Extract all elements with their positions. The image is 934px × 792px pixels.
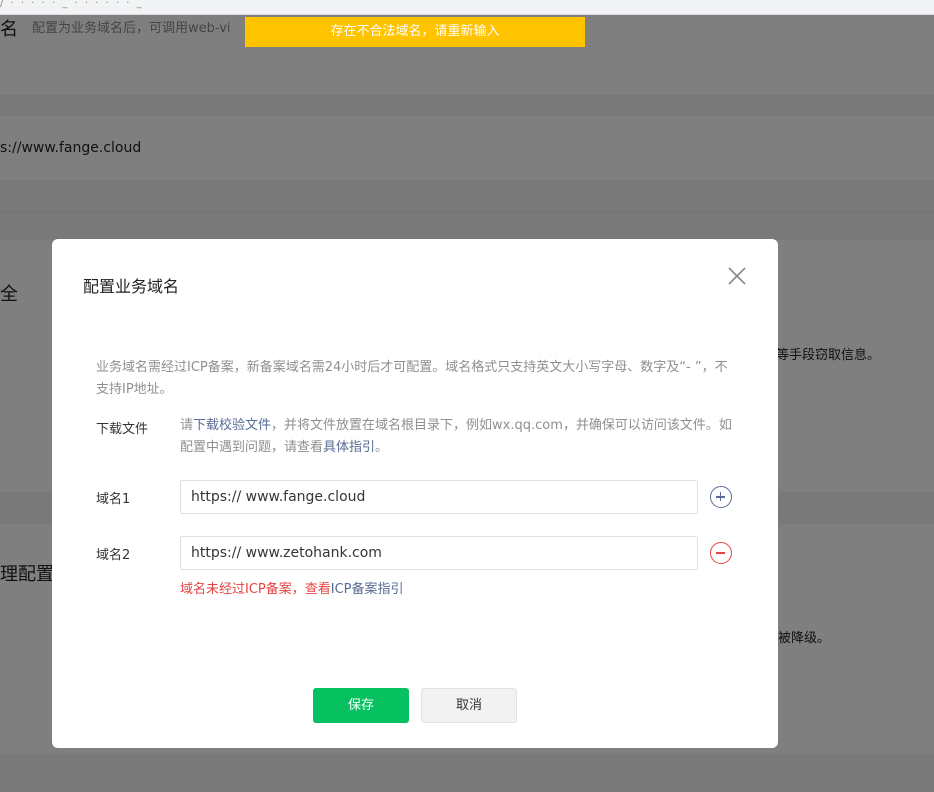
minus-circle-icon[interactable] xyxy=(710,542,732,564)
domain-2-error: 域名未经过ICP备案，查看ICP备案指引 xyxy=(180,578,404,597)
domain-1-input[interactable] xyxy=(180,480,698,514)
close-icon[interactable] xyxy=(724,263,750,289)
url-text: / · · · · · _ · · · · · · _ xyxy=(0,0,144,9)
icp-filing-guide-link[interactable]: ICP备案指引 xyxy=(331,582,404,597)
cancel-button[interactable]: 取消 xyxy=(421,688,517,723)
configure-domain-dialog: 配置业务域名 业务域名需经过ICP备案，新备案域名需24小时后才可配置。域名格式… xyxy=(52,239,778,748)
domain-1-label: 域名1 xyxy=(96,492,131,507)
domain-2-input[interactable] xyxy=(180,536,698,570)
browser-url-bar[interactable]: / · · · · · _ · · · · · · _ xyxy=(0,0,934,15)
dialog-description: 业务域名需经过ICP备案，新备案域名需24小时后才可配置。域名格式只支持英文大小… xyxy=(96,360,728,397)
download-file-label: 下载文件 xyxy=(96,422,149,437)
save-button[interactable]: 保存 xyxy=(313,688,409,723)
error-message: 域名未经过ICP备案，查看 xyxy=(180,582,331,597)
detailed-guide-link[interactable]: 具体指引 xyxy=(323,440,375,455)
plus-circle-icon[interactable] xyxy=(710,486,732,508)
tip-text: 请 xyxy=(180,418,194,433)
download-verification-file-link[interactable]: 下载校验文件 xyxy=(193,418,271,433)
domain-2-label: 域名2 xyxy=(96,548,131,563)
dialog-title: 配置业务域名 xyxy=(83,277,180,296)
tip-text: 。 xyxy=(375,440,389,455)
error-toast: 存在不合法域名，请重新输入 xyxy=(245,17,585,47)
download-tip: 请下载校验文件，并将文件放置在域名根目录下，例如wx.qq.com，并确保可以访… xyxy=(180,415,736,459)
